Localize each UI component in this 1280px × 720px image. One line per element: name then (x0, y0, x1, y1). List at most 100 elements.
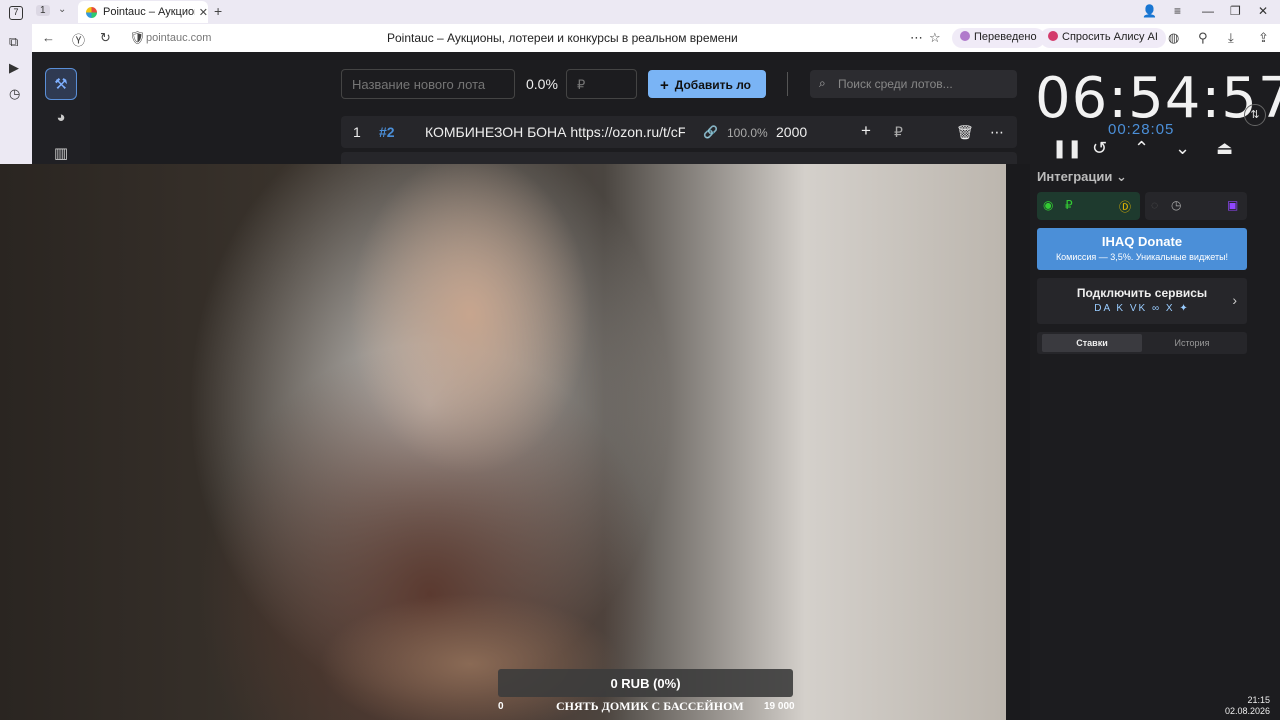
goal-progress-text: 0 RUB (0%) (610, 676, 681, 691)
lot-hash: #2 (379, 124, 395, 140)
swap-icon[interactable]: ⇅ (1244, 104, 1266, 126)
services-title: Подключить сервисы (1076, 286, 1208, 300)
new-lot-name-input[interactable] (341, 69, 515, 99)
timer-panel: 06:54:57 00:28:05 ⇅ ❚❚ ↺ ⌃ ⌄ ⏏ Интеграци… (1030, 52, 1280, 720)
browser-tab-strip: 7 1 ⌄ Pointauc – Аукционы, ✕ + 👤 ≡ — ❐ ✕ (0, 0, 1280, 24)
address-bar: ← Ⓨ ↻ 🛡 pointauc.com Pointauc – Аукционы… (32, 24, 1280, 52)
services-icons: DA K VK ∞ X ✦ (1094, 303, 1190, 314)
menu-icon[interactable]: ≡ (1174, 4, 1181, 18)
lock-icon: 🛡 (129, 30, 146, 45)
donate-title: IHAQ Donate (1101, 234, 1183, 249)
history-icon[interactable]: ◷ (9, 86, 20, 102)
app-sidebar: ⚒ ◕ ▥ (32, 52, 90, 164)
goal-max: 19 000 (764, 701, 795, 712)
alice-icon (1048, 31, 1058, 41)
toggle-off-icon[interactable]: ◌ (1151, 198, 1158, 212)
search-icon: ⌕ (819, 76, 826, 90)
downloads-icon[interactable]: ⤓ (1228, 30, 1234, 46)
bids-history-tabs: Ставки История (1037, 332, 1247, 354)
webcam-video: 0 RUB (0%) 0 СНЯТЬ ДОМИК С БАССЕЙНОМ 19 … (0, 164, 1006, 720)
divider (787, 72, 788, 96)
ihaq-donate-banner[interactable]: IHAQ Donate Комиссия — 3,5%. Уникальные … (1037, 228, 1247, 270)
add-lot-label: Добавить ло (674, 78, 752, 92)
lot-index: 1 (353, 124, 361, 140)
lot-currency: ₽ (894, 124, 903, 140)
goal-progress-bar: 0 RUB (0%) (498, 669, 793, 697)
add-lot-button[interactable]: + Добавить ло (648, 70, 766, 98)
lot-row[interactable]: 1 #2 КОМБИНЕЗОН БОНА https://ozon.ru/t/c… (341, 116, 1017, 148)
chevron-up-icon[interactable]: ⌃ (1134, 138, 1149, 159)
goal-caption: СНЯТЬ ДОМИК С БАССЕЙНОМ (556, 699, 744, 713)
new-lot-percent: 0.0% (526, 76, 558, 92)
goal-min: 0 (498, 701, 504, 712)
translate-icon (960, 31, 970, 41)
new-tab-icon[interactable]: + (214, 3, 222, 19)
globe-icon[interactable]: ◍ (1168, 30, 1179, 46)
pause-icon[interactable]: ❚❚ (1052, 138, 1082, 159)
close-tab-icon[interactable]: ✕ (199, 6, 208, 19)
tab-history[interactable]: История (1142, 334, 1242, 352)
integration-twitch[interactable]: ◌ ◷ ▣ (1145, 192, 1247, 220)
add-amount-icon[interactable]: + (861, 121, 871, 141)
reload-icon[interactable]: ↻ (100, 30, 111, 46)
chevron-down-icon[interactable]: ⌄ (1175, 138, 1190, 159)
ask-alice-label: Спросить Алису AI (1062, 31, 1158, 43)
more-icon[interactable]: ⋯ (910, 30, 923, 46)
integration-donationalerts[interactable]: ◉ ₽ Ⓓ (1037, 192, 1140, 220)
secondary-timer: 00:28:05 (1108, 121, 1175, 138)
ask-alice-button[interactable]: Спросить Алису AI (1040, 28, 1166, 48)
page-title: Pointauc – Аукционы, лотереи и конкурсы … (387, 31, 738, 45)
integrations-header[interactable]: Интеграции ⌄ (1037, 169, 1127, 185)
tab-group-number[interactable]: 1 (36, 5, 50, 16)
lot-name[interactable]: КОМБИНЕЗОН БОНА https://ozon.ru/t/cF (425, 124, 685, 140)
back-icon[interactable]: ← (42, 30, 55, 45)
auction-gavel-icon[interactable]: ⚒ (45, 68, 77, 100)
clock-time: 21:15 (1247, 695, 1270, 705)
system-clock[interactable]: 21:15 02.08.2026 (1225, 695, 1270, 717)
connect-services-card[interactable]: Подключить сервисы DA K VK ∞ X ✦ › (1037, 278, 1247, 324)
timer-icon: ◷ (1171, 198, 1182, 212)
close-window-icon[interactable]: ✕ (1258, 4, 1268, 18)
translate-button[interactable]: Переведено (952, 28, 1045, 48)
twitch-icon: ▣ (1227, 198, 1239, 212)
tab-bids[interactable]: Ставки (1042, 334, 1142, 352)
search-placeholder: Поиск среди лотов... (838, 77, 953, 91)
bookmark-icon[interactable]: ☆ (929, 30, 941, 46)
yandex-icon[interactable]: Ⓨ (72, 30, 85, 49)
lot-percent: 100.0% (727, 126, 768, 140)
chevron-right-icon[interactable]: › (1232, 292, 1237, 308)
toggle-on-icon[interactable]: ◉ (1043, 198, 1053, 212)
tab-title: Pointauc – Аукционы, (102, 6, 195, 18)
lot-row[interactable] (341, 152, 1017, 164)
play-icon[interactable]: ▶ (9, 60, 19, 76)
translate-label: Переведено (974, 31, 1037, 43)
tab-pointauc[interactable]: Pointauc – Аукционы, ✕ (78, 1, 208, 23)
lot-amount[interactable]: 2000 (776, 124, 807, 140)
donationalerts-icon: Ⓓ (1119, 200, 1132, 214)
share-icon[interactable]: ⇪ (1258, 30, 1269, 46)
clock-date: 02.08.2026 (1224, 706, 1270, 716)
donate-subtitle: Комиссия — 3,5%. Уникальные виджеты! (1055, 252, 1229, 262)
eject-icon[interactable]: ⏏ (1216, 138, 1233, 159)
plus-icon: + (660, 77, 669, 94)
minimize-icon[interactable]: — (1202, 4, 1214, 18)
lots-panel: 0.0% +Добавить ло ⌕Поиск среди лотов... … (90, 52, 1030, 164)
integrations-label: Интеграции (1037, 169, 1113, 184)
ruble-icon: ₽ (1065, 198, 1073, 212)
pointauc-favicon-icon (86, 6, 97, 18)
new-lot-amount-input[interactable] (566, 69, 637, 99)
extensions-icon[interactable]: ⚲ (1198, 30, 1208, 46)
url-text[interactable]: pointauc.com (146, 32, 211, 44)
link-icon[interactable]: 🔗 (703, 125, 718, 139)
lot-search-input[interactable]: ⌕ Поиск среди лотов... (810, 70, 1017, 98)
chevron-down-icon[interactable]: ⌄ (58, 4, 66, 15)
wheel-icon[interactable]: ◕ (45, 102, 77, 134)
reset-icon[interactable]: ↺ (1092, 138, 1107, 159)
profile-icon[interactable]: 👤 (1142, 4, 1157, 18)
more-options-icon[interactable]: ⋯ (990, 124, 1004, 141)
tab-counter-icon[interactable]: 7 (9, 6, 23, 20)
restore-icon[interactable]: ❐ (1230, 4, 1241, 18)
screenshot-icon[interactable]: ⧉ (9, 34, 18, 50)
browser-sidebar: ⧉ ▶ ◷ (0, 24, 32, 164)
delete-icon[interactable]: 🗑 (956, 124, 974, 141)
